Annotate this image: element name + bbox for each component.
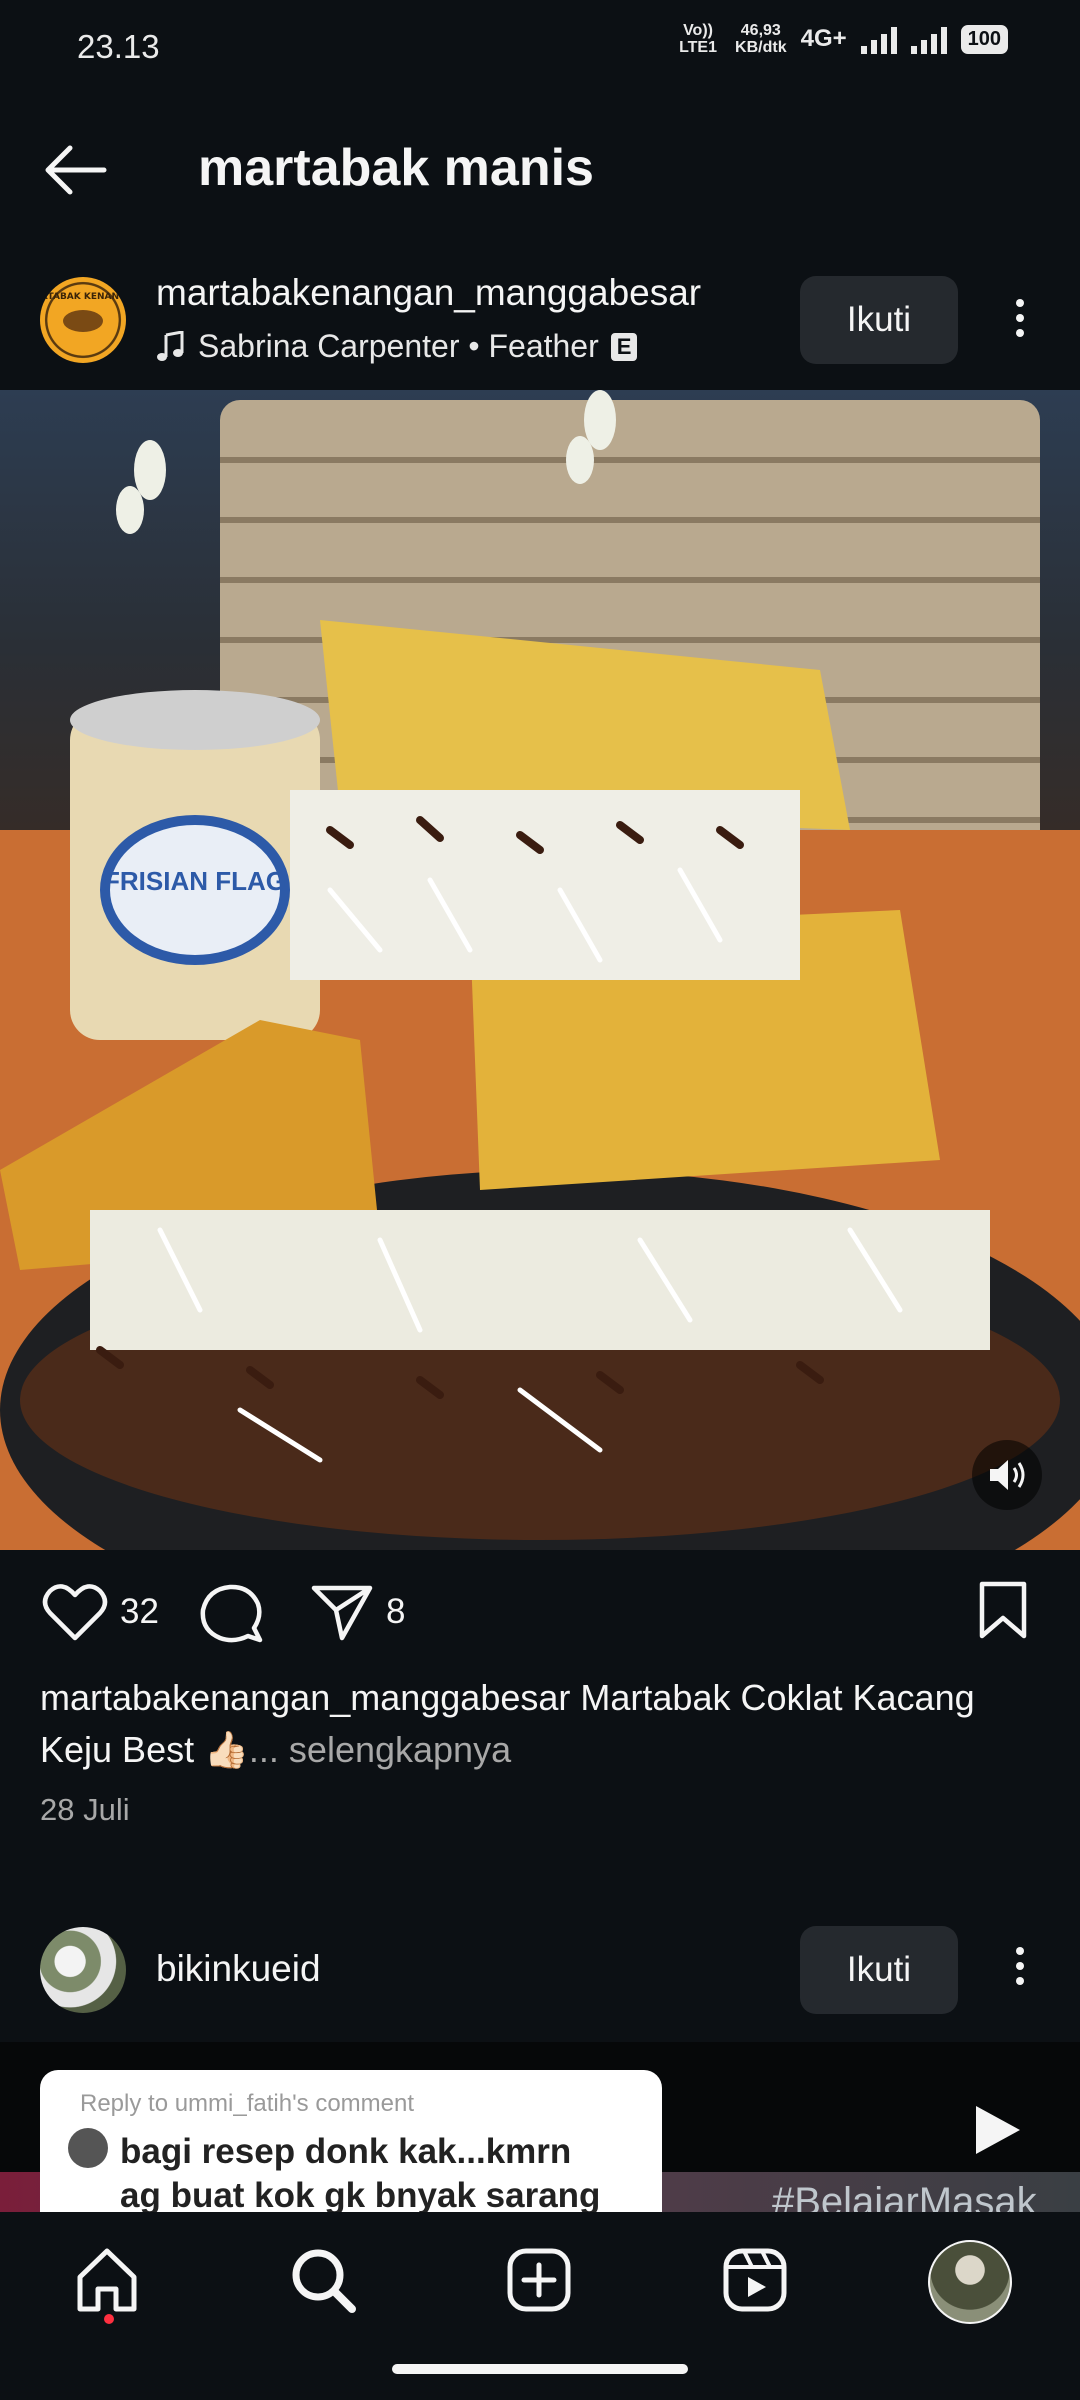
like-button[interactable] bbox=[42, 1582, 108, 1647]
avatar[interactable] bbox=[40, 1927, 126, 2013]
network-speed-unit: KB/dtk bbox=[735, 39, 787, 56]
post-username[interactable]: bikinkueid bbox=[156, 1948, 321, 1990]
reply-text-line-1: bagi resep donk kak...kmrn bbox=[120, 2132, 572, 2171]
post-date: 28 Juli bbox=[40, 1792, 130, 1827]
home-indicator[interactable] bbox=[392, 2364, 688, 2374]
follow-button[interactable]: Ikuti bbox=[800, 276, 958, 364]
nav-home[interactable] bbox=[62, 2235, 152, 2325]
share-button[interactable] bbox=[310, 1582, 374, 1647]
page-title: martabak manis bbox=[198, 139, 594, 197]
nav-create[interactable] bbox=[494, 2235, 584, 2325]
reply-text: bagi resep donk kak...kmrn ag buat kok g… bbox=[120, 2130, 600, 2218]
mute-button[interactable] bbox=[972, 1440, 1042, 1510]
logo-text: MARTABAK KENANGAN bbox=[40, 292, 126, 302]
send-icon bbox=[311, 1585, 373, 1641]
volume-icon bbox=[990, 1460, 1025, 1490]
battery-icon: 100 bbox=[960, 24, 1008, 54]
music-note-icon bbox=[157, 330, 184, 361]
more-options-button[interactable] bbox=[1005, 1940, 1035, 2000]
nav-search[interactable] bbox=[278, 2235, 368, 2325]
comment-button[interactable] bbox=[198, 1582, 264, 1649]
play-icon bbox=[976, 2106, 1020, 2154]
status-bar: 23.13 Vo)) LTE1 46,93 KB/dtk 4G+ 100 bbox=[0, 0, 1080, 96]
search-icon bbox=[292, 2249, 356, 2313]
music-info[interactable]: Sabrina Carpenter • Feather E bbox=[156, 328, 638, 365]
network-speed: 46,93 KB/dtk bbox=[735, 22, 787, 56]
arrow-left-icon bbox=[45, 145, 107, 195]
signal-icon bbox=[860, 24, 897, 54]
bookmark-icon bbox=[979, 1581, 1027, 1639]
post-username[interactable]: martabakenangan_manggabesar bbox=[156, 272, 701, 314]
nav-profile-avatar[interactable] bbox=[928, 2240, 1012, 2324]
like-count[interactable]: 32 bbox=[120, 1592, 159, 1632]
more-link[interactable]: ... selengkapnya bbox=[249, 1729, 511, 1770]
reels-icon bbox=[723, 2248, 787, 2312]
post-actions: 32 8 bbox=[0, 1570, 1080, 1660]
brand-logo: MARTABAK KENANGAN bbox=[40, 292, 126, 332]
status-time: 23.13 bbox=[77, 28, 160, 65]
plus-square-icon bbox=[507, 2248, 571, 2312]
back-button[interactable] bbox=[40, 140, 110, 200]
network-speed-value: 46,93 bbox=[740, 22, 781, 39]
play-button[interactable] bbox=[966, 2100, 1026, 2160]
avatar[interactable]: MARTABAK KENANGAN bbox=[40, 277, 126, 363]
comment-icon bbox=[200, 1584, 263, 1643]
status-icons: Vo)) LTE1 46,93 KB/dtk 4G+ 100 bbox=[675, 22, 1008, 56]
more-options-button[interactable] bbox=[1005, 292, 1035, 352]
signal-icon-2 bbox=[910, 24, 947, 54]
martabak-photo: FRISIAN FLAG bbox=[0, 390, 1080, 1550]
save-button[interactable] bbox=[978, 1580, 1028, 1645]
reply-meta: Reply to ummi_fatih's comment bbox=[80, 2090, 415, 2117]
music-title: Sabrina Carpenter • Feather bbox=[198, 328, 599, 364]
share-count[interactable]: 8 bbox=[386, 1592, 405, 1632]
explicit-badge: E bbox=[610, 332, 638, 361]
caption[interactable]: martabakenangan_manggabesar Martabak Cok… bbox=[40, 1672, 1040, 1776]
volte-indicator: Vo)) LTE1 bbox=[679, 22, 717, 56]
post-image[interactable]: FRISIAN FLAG bbox=[0, 390, 1080, 1550]
network-type: 4G+ bbox=[800, 25, 847, 52]
nav-reels[interactable] bbox=[710, 2235, 800, 2325]
home-icon bbox=[77, 2248, 137, 2312]
notification-dot bbox=[104, 2314, 114, 2324]
caption-username[interactable]: martabakenangan_manggabesar bbox=[40, 1677, 570, 1718]
heart-icon bbox=[42, 1584, 108, 1641]
follow-button[interactable]: Ikuti bbox=[800, 1926, 958, 2014]
can-label: FRISIAN FLAG bbox=[104, 866, 286, 896]
reply-avatar bbox=[68, 2128, 108, 2168]
